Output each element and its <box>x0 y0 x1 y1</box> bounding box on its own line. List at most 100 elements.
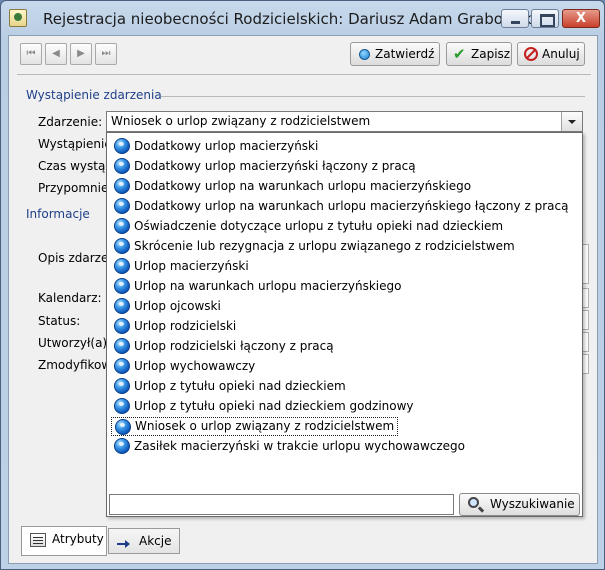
label-reminder: Przypomnien <box>38 181 116 195</box>
chevron-down-icon[interactable] <box>561 112 582 131</box>
nav-prev-button[interactable]: ◀ <box>45 43 67 65</box>
tab-actions-label: Akcje <box>139 534 172 548</box>
tab-attributes[interactable]: Atrybuty <box>21 526 107 556</box>
label-time: Czas wystąpi <box>38 159 117 173</box>
window-title: Rejestracja nieobecności Rodzicielskich:… <box>43 10 536 28</box>
list-item[interactable]: Dodatkowy urlop macierzyński <box>111 137 318 156</box>
option-label: Dodatkowy urlop macierzyński łączony z p… <box>134 159 416 173</box>
option-label: Urlop z tytułu opieki nad dzieckiem <box>134 379 346 393</box>
globe-icon <box>114 378 130 394</box>
confirm-icon <box>359 49 370 60</box>
label-event: Zdarzenie: <box>38 115 103 129</box>
label-created-by: Utworzył(a): <box>38 336 112 350</box>
label-calendar: Kalendarz: <box>38 291 102 305</box>
section-event-divider <box>161 96 585 97</box>
list-item-selected[interactable]: Wniosek o urlop związany z rodzicielstwe… <box>111 417 399 436</box>
save-label: Zapisz <box>471 47 511 61</box>
tab-actions[interactable]: Akcje <box>108 528 180 554</box>
search-button-label: Wyszukiwanie <box>490 497 575 511</box>
save-button[interactable]: ✔ Zapisz <box>446 42 512 66</box>
list-item[interactable]: Oświadczenie dotyczące urlopu z tytułu o… <box>111 217 503 236</box>
cancel-button[interactable]: Anuluj <box>517 42 585 66</box>
nav-last-button[interactable]: ⏭ <box>95 43 117 65</box>
next-record-icon: ▶ <box>77 48 85 59</box>
globe-icon <box>114 298 130 314</box>
list-item[interactable]: Urlop macierzyński <box>111 257 249 276</box>
last-record-icon: ⏭ <box>101 48 111 59</box>
option-label: Wniosek o urlop związany z rodzicielstwe… <box>135 419 395 433</box>
minimize-button[interactable] <box>501 9 529 28</box>
list-item[interactable]: Urlop wychowawczy <box>111 357 255 376</box>
bottom-tab-bar: Atrybuty Akcje <box>9 526 597 564</box>
maximize-button[interactable] <box>531 9 559 28</box>
close-icon: X <box>575 11 587 26</box>
globe-icon <box>114 238 130 254</box>
globe-icon <box>114 358 130 374</box>
confirm-label: Zatwierdź <box>375 47 435 61</box>
option-label: Urlop na warunkach urlopu macierzyńskieg… <box>134 279 402 293</box>
list-item[interactable]: Urlop z tytułu opieki nad dzieckiem godz… <box>111 397 414 416</box>
close-window-button[interactable]: X <box>562 9 600 28</box>
attributes-icon <box>30 533 46 547</box>
globe-icon <box>114 218 130 234</box>
event-dropdown-list: Dodatkowy urlop macierzyński Dodatkowy u… <box>106 132 583 517</box>
option-label: Urlop macierzyński <box>134 259 249 273</box>
event-combobox-value: Wniosek o urlop związany z rodzicielstwe… <box>111 114 371 128</box>
cancel-icon <box>524 47 538 61</box>
search-icon <box>468 497 479 508</box>
globe-icon <box>114 278 130 294</box>
globe-icon <box>114 178 130 194</box>
label-modified-by: Zmodyfikow <box>38 358 112 372</box>
list-item[interactable]: Dodatkowy urlop na warunkach urlopu maci… <box>111 197 568 216</box>
checkmark-icon: ✔ <box>453 45 466 63</box>
globe-icon <box>114 338 130 354</box>
list-item[interactable]: Skrócenie lub rezygnacja z urlopu związa… <box>111 237 515 256</box>
dialog-client-area: ⏮ ◀ ▶ ⏭ Zatwierdź ✔ Zapisz Anuluj Wystąp… <box>8 35 598 564</box>
list-item[interactable]: Urlop na warunkach urlopu macierzyńskieg… <box>111 277 401 296</box>
globe-icon <box>114 398 130 414</box>
first-record-icon: ⏮ <box>26 48 36 59</box>
globe-icon <box>114 258 130 274</box>
list-item[interactable]: Urlop rodzicielski <box>111 317 236 336</box>
tab-attributes-label: Atrybuty <box>52 532 104 546</box>
globe-icon <box>114 198 130 214</box>
globe-icon <box>115 419 131 435</box>
confirm-button[interactable]: Zatwierdź <box>350 42 440 66</box>
option-label: Urlop z tytułu opieki nad dzieckiem godz… <box>134 399 414 413</box>
option-label: Urlop rodzicielski <box>134 319 237 333</box>
toolbar: ⏮ ◀ ▶ ⏭ Zatwierdź ✔ Zapisz Anuluj <box>9 36 597 72</box>
label-description: Opis zdarzen <box>38 251 116 265</box>
previous-record-icon: ◀ <box>52 48 60 59</box>
option-label: Dodatkowy urlop na warunkach urlopu maci… <box>134 179 472 193</box>
list-item[interactable]: Urlop z tytułu opieki nad dzieckiem <box>111 377 346 396</box>
label-occurrence: Wystąpienie <box>38 137 112 151</box>
nav-first-button[interactable]: ⏮ <box>20 43 42 65</box>
label-status: Status: <box>38 314 81 328</box>
search-input[interactable] <box>109 494 454 515</box>
option-label: Urlop rodzicielski łączony z pracą <box>134 339 334 353</box>
list-item[interactable]: Urlop ojcowski <box>111 297 221 316</box>
actions-icon <box>117 535 133 549</box>
search-button[interactable]: Wyszukiwanie <box>459 493 580 516</box>
option-label: Oświadczenie dotyczące urlopu z tytułu o… <box>134 219 504 233</box>
option-label: Zasiłek macierzyński w trakcie urlopu wy… <box>134 439 465 453</box>
globe-icon <box>114 318 130 334</box>
globe-icon <box>114 158 130 174</box>
globe-icon <box>114 138 130 154</box>
list-item[interactable]: Urlop rodzicielski łączony z pracą <box>111 337 334 356</box>
toolbar-divider <box>17 74 591 75</box>
option-label: Urlop ojcowski <box>134 299 221 313</box>
list-item[interactable]: Zasiłek macierzyński w trakcie urlopu wy… <box>111 437 465 456</box>
list-item[interactable]: Dodatkowy urlop na warunkach urlopu maci… <box>111 177 471 196</box>
cancel-label: Anuluj <box>542 47 580 61</box>
title-bar[interactable]: Rejestracja nieobecności Rodzicielskich:… <box>1 1 604 35</box>
nav-next-button[interactable]: ▶ <box>70 43 92 65</box>
option-label: Urlop wychowawczy <box>134 359 256 373</box>
list-item[interactable]: Dodatkowy urlop macierzyński łączony z p… <box>111 157 416 176</box>
event-combobox[interactable]: Wniosek o urlop związany z rodzicielstwe… <box>106 111 583 132</box>
section-event-title: Wystąpienie zdarzenia <box>26 88 162 102</box>
option-label: Dodatkowy urlop macierzyński <box>134 139 319 153</box>
section-info-title: Informacje <box>26 207 90 221</box>
app-icon <box>9 9 27 27</box>
option-label: Skrócenie lub rezygnacja z urlopu związa… <box>134 239 515 253</box>
